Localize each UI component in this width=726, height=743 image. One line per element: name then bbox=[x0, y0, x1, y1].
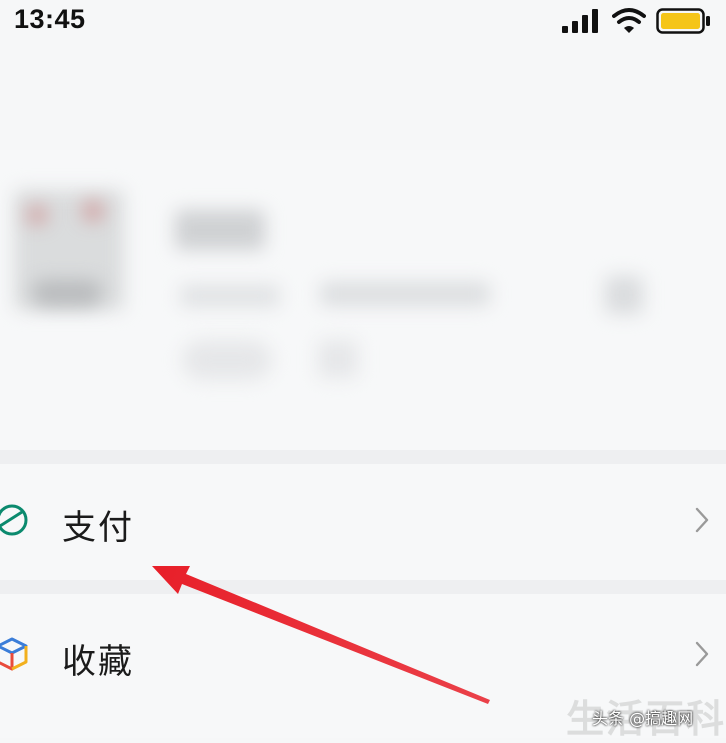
watermark-overlay-text: 头条 @搞趣网 bbox=[592, 709, 694, 728]
watermark: 生活百科 头条 @搞趣网 bbox=[566, 688, 726, 741]
annotation-arrow bbox=[152, 566, 490, 704]
